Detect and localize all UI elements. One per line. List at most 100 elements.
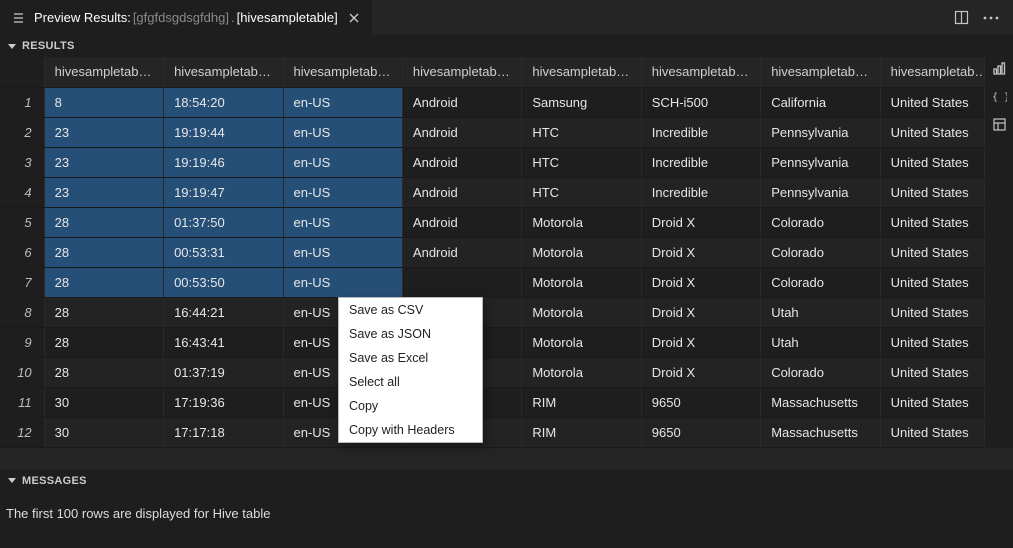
- column-header[interactable]: hivesampletab…: [164, 57, 283, 87]
- cell[interactable]: Pennsylvania: [761, 117, 880, 147]
- cell[interactable]: 16:44:21: [164, 297, 283, 327]
- row-number[interactable]: 9: [0, 327, 44, 357]
- cell[interactable]: 01:37:19: [164, 357, 283, 387]
- cell[interactable]: Droid X: [641, 327, 760, 357]
- table-row[interactable]: 82816:44:21en-USMotorolaDroid XUtahUnite…: [0, 297, 985, 327]
- cell[interactable]: 01:37:50: [164, 207, 283, 237]
- results-grid[interactable]: hivesampletab…hivesampletab…hivesampleta…: [0, 57, 985, 448]
- cell[interactable]: Colorado: [761, 267, 880, 297]
- column-header[interactable]: hivesampletab…: [44, 57, 163, 87]
- cell[interactable]: Android: [402, 117, 521, 147]
- cell[interactable]: United States: [880, 207, 984, 237]
- cell[interactable]: Android: [402, 147, 521, 177]
- cell[interactable]: United States: [880, 327, 984, 357]
- cell[interactable]: Android: [402, 87, 521, 117]
- json-icon[interactable]: { }: [989, 86, 1009, 106]
- table-row[interactable]: 123017:17:18en-USRIM OSRIM9650Massachuse…: [0, 417, 985, 447]
- cell[interactable]: Incredible: [641, 117, 760, 147]
- cell[interactable]: United States: [880, 357, 984, 387]
- context-menu-item[interactable]: Save as CSV: [339, 298, 482, 322]
- cell[interactable]: 19:19:46: [164, 147, 283, 177]
- column-header[interactable]: hivesampletab…: [641, 57, 760, 87]
- cell[interactable]: [402, 267, 521, 297]
- cell[interactable]: Incredible: [641, 177, 760, 207]
- table-row[interactable]: 42319:19:47en-USAndroidHTCIncrediblePenn…: [0, 177, 985, 207]
- visualizer-icon[interactable]: [989, 114, 1009, 134]
- cell[interactable]: United States: [880, 147, 984, 177]
- column-header[interactable]: hivesampletab…: [402, 57, 521, 87]
- close-icon[interactable]: [346, 10, 362, 26]
- cell[interactable]: 9650: [641, 417, 760, 447]
- cell[interactable]: United States: [880, 297, 984, 327]
- cell[interactable]: en-US: [283, 177, 402, 207]
- cell[interactable]: 28: [44, 327, 163, 357]
- row-number[interactable]: 11: [0, 387, 44, 417]
- cell[interactable]: RIM: [522, 387, 641, 417]
- cell[interactable]: Colorado: [761, 207, 880, 237]
- cell[interactable]: 30: [44, 387, 163, 417]
- context-menu-item[interactable]: Copy: [339, 394, 482, 418]
- cell[interactable]: 19:19:47: [164, 177, 283, 207]
- cell[interactable]: Utah: [761, 327, 880, 357]
- column-header[interactable]: hivesampletab…: [522, 57, 641, 87]
- cell[interactable]: Android: [402, 207, 521, 237]
- cell[interactable]: en-US: [283, 87, 402, 117]
- chart-icon[interactable]: [989, 58, 1009, 78]
- row-number[interactable]: 2: [0, 117, 44, 147]
- column-header[interactable]: hivesampletab…: [761, 57, 880, 87]
- cell[interactable]: 16:43:41: [164, 327, 283, 357]
- cell[interactable]: United States: [880, 237, 984, 267]
- cell[interactable]: HTC: [522, 177, 641, 207]
- cell[interactable]: Motorola: [522, 267, 641, 297]
- cell[interactable]: Droid X: [641, 297, 760, 327]
- cell[interactable]: Motorola: [522, 327, 641, 357]
- cell[interactable]: United States: [880, 87, 984, 117]
- cell[interactable]: 17:17:18: [164, 417, 283, 447]
- table-row[interactable]: 92816:43:41en-USMotorolaDroid XUtahUnite…: [0, 327, 985, 357]
- row-number[interactable]: 4: [0, 177, 44, 207]
- row-number[interactable]: 7: [0, 267, 44, 297]
- cell[interactable]: en-US: [283, 147, 402, 177]
- row-number[interactable]: 10: [0, 357, 44, 387]
- cell[interactable]: 00:53:50: [164, 267, 283, 297]
- table-row[interactable]: 1818:54:20en-USAndroidSamsungSCH-i500Cal…: [0, 87, 985, 117]
- cell[interactable]: 28: [44, 207, 163, 237]
- cell[interactable]: Utah: [761, 297, 880, 327]
- cell[interactable]: Droid X: [641, 207, 760, 237]
- cell[interactable]: Motorola: [522, 357, 641, 387]
- cell[interactable]: 17:19:36: [164, 387, 283, 417]
- cell[interactable]: Android: [402, 237, 521, 267]
- section-header-results[interactable]: RESULTS: [0, 35, 1013, 57]
- cell[interactable]: en-US: [283, 207, 402, 237]
- cell[interactable]: SCH-i500: [641, 87, 760, 117]
- cell[interactable]: Pennsylvania: [761, 177, 880, 207]
- cell[interactable]: 28: [44, 297, 163, 327]
- cell[interactable]: Colorado: [761, 357, 880, 387]
- row-number[interactable]: 3: [0, 147, 44, 177]
- cell[interactable]: 23: [44, 177, 163, 207]
- cell[interactable]: Motorola: [522, 297, 641, 327]
- cell[interactable]: en-US: [283, 117, 402, 147]
- more-actions-icon[interactable]: [983, 10, 999, 26]
- cell[interactable]: 18:54:20: [164, 87, 283, 117]
- cell[interactable]: 28: [44, 237, 163, 267]
- cell[interactable]: Droid X: [641, 237, 760, 267]
- cell[interactable]: Massachusetts: [761, 387, 880, 417]
- cell[interactable]: 9650: [641, 387, 760, 417]
- cell[interactable]: United States: [880, 177, 984, 207]
- table-row[interactable]: 32319:19:46en-USAndroidHTCIncrediblePenn…: [0, 147, 985, 177]
- cell[interactable]: Pennsylvania: [761, 147, 880, 177]
- cell[interactable]: Massachusetts: [761, 417, 880, 447]
- cell[interactable]: Colorado: [761, 237, 880, 267]
- cell[interactable]: Droid X: [641, 267, 760, 297]
- row-number[interactable]: 1: [0, 87, 44, 117]
- cell[interactable]: Droid X: [641, 357, 760, 387]
- cell[interactable]: United States: [880, 267, 984, 297]
- cell[interactable]: en-US: [283, 237, 402, 267]
- cell[interactable]: California: [761, 87, 880, 117]
- cell[interactable]: 8: [44, 87, 163, 117]
- cell[interactable]: Android: [402, 177, 521, 207]
- cell[interactable]: 23: [44, 147, 163, 177]
- cell[interactable]: RIM: [522, 417, 641, 447]
- row-number[interactable]: 8: [0, 297, 44, 327]
